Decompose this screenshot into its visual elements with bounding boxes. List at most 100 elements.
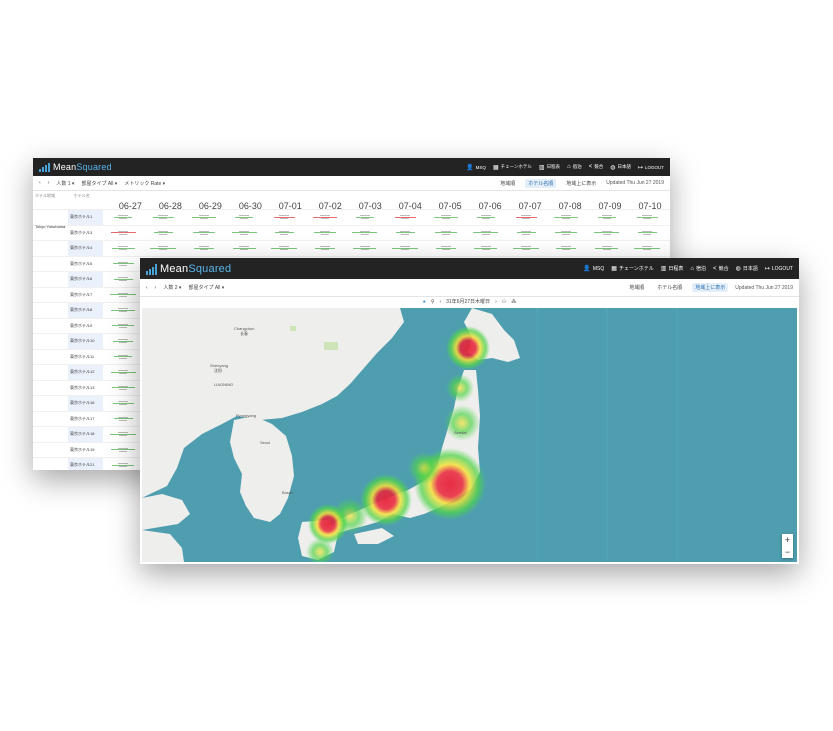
rate-cell[interactable] xyxy=(385,241,425,256)
rate-cell[interactable] xyxy=(103,443,143,458)
rate-cell[interactable] xyxy=(103,427,143,442)
hotel-name-cell[interactable]: 東京ホテル18 xyxy=(68,427,103,442)
next-arrow-icon[interactable]: › xyxy=(155,285,157,291)
next-arrow-icon[interactable]: › xyxy=(48,180,50,186)
rate-cell[interactable] xyxy=(184,210,224,225)
rate-cell[interactable] xyxy=(143,210,183,225)
rate-cell[interactable] xyxy=(264,241,304,256)
pin-icon[interactable]: ⚲ xyxy=(431,299,435,305)
rate-cell[interactable] xyxy=(587,226,627,241)
nav-item-calendar[interactable]: ▥ 日程表 xyxy=(539,164,560,171)
date-header-cell[interactable]: 07-01 xyxy=(270,191,310,211)
nav-item-logout[interactable]: ↦ LOGOUT xyxy=(638,164,664,171)
zoom-out-button[interactable]: − xyxy=(785,547,790,557)
nav-item-person[interactable]: 👤 MSQ xyxy=(583,265,604,273)
view-by-region-button[interactable]: 地域順 xyxy=(497,179,518,188)
hotel-name-cell[interactable]: 東京ホテル8 xyxy=(68,303,103,318)
view-on-map-button[interactable]: 地域上に表示 xyxy=(563,179,599,188)
hotel-name-cell[interactable]: 東京ホテル3 xyxy=(68,226,103,241)
guests-select[interactable]: 人数 1 ▾ xyxy=(56,180,74,187)
date-header-cell[interactable]: 06-29 xyxy=(190,191,230,211)
rate-cell[interactable] xyxy=(103,458,143,470)
date-header-cell[interactable]: 07-04 xyxy=(390,191,430,211)
hotel-name-cell[interactable]: 東京ホテル21 xyxy=(68,458,103,470)
nav-item-bank[interactable]: ⌂ 宿泊 xyxy=(690,265,706,273)
hotel-name-cell[interactable]: 東京ホテル4 xyxy=(68,241,103,256)
hotel-name-cell[interactable]: 東京ホテル5 xyxy=(68,257,103,272)
rate-cell[interactable] xyxy=(546,241,586,256)
hotel-name-cell[interactable]: 東京ホテル6 xyxy=(68,272,103,287)
rate-cell[interactable] xyxy=(143,226,183,241)
rate-cell[interactable] xyxy=(627,210,667,225)
room-type-select[interactable]: 部屋タイプ All ▾ xyxy=(188,284,224,291)
rate-cell[interactable] xyxy=(103,365,143,380)
zoom-in-button[interactable]: + xyxy=(785,535,790,545)
rate-cell[interactable] xyxy=(385,210,425,225)
rate-cell[interactable] xyxy=(627,226,667,241)
rate-cell[interactable] xyxy=(224,241,264,256)
nav-item-bank[interactable]: ⌂ 宿泊 xyxy=(567,164,582,170)
rate-cell[interactable] xyxy=(103,350,143,365)
rate-cell[interactable] xyxy=(304,226,344,241)
nav-item-chart[interactable]: ▦ チェーンホテル xyxy=(611,265,653,272)
date-header-cell[interactable]: 06-27 xyxy=(110,191,150,211)
rate-cell[interactable] xyxy=(264,210,304,225)
rate-cell[interactable] xyxy=(587,241,627,256)
nav-item-share[interactable]: < 競合 xyxy=(713,265,729,273)
rate-cell[interactable] xyxy=(546,226,586,241)
rate-cell[interactable] xyxy=(103,334,143,349)
date-header-cell[interactable]: 07-07 xyxy=(510,191,550,211)
view-on-map-button[interactable]: 地域上に表示 xyxy=(692,283,729,292)
rate-cell[interactable] xyxy=(345,241,385,256)
prev-day-icon[interactable]: ‹ xyxy=(439,299,441,305)
table-row[interactable]: 東京ホテル4 xyxy=(33,241,670,257)
rate-cell[interactable] xyxy=(506,226,546,241)
nav-item-share[interactable]: < 競合 xyxy=(589,164,604,170)
hotel-name-cell[interactable]: 東京ホテル9 xyxy=(68,319,103,334)
rate-cell[interactable] xyxy=(425,210,465,225)
rate-cell[interactable] xyxy=(184,226,224,241)
prev-arrow-icon[interactable]: ‹ xyxy=(39,180,41,186)
rate-cell[interactable] xyxy=(103,210,143,225)
rate-cell[interactable] xyxy=(224,226,264,241)
table-row[interactable]: 東京ホテル3 xyxy=(33,226,670,241)
rate-cell[interactable] xyxy=(103,272,143,287)
rate-cell[interactable] xyxy=(466,210,506,225)
rate-cell[interactable] xyxy=(264,226,304,241)
rate-cell[interactable] xyxy=(627,241,667,256)
rate-cell[interactable] xyxy=(466,241,506,256)
rate-cell[interactable] xyxy=(466,226,506,241)
rate-cell[interactable] xyxy=(103,288,143,303)
view-by-hotel-button[interactable]: ホテル名順 xyxy=(654,283,685,292)
rate-cell[interactable] xyxy=(143,241,183,256)
rate-cell[interactable] xyxy=(425,241,465,256)
room-type-select[interactable]: 部屋タイプ All ▾ xyxy=(81,180,117,187)
hotel-name-cell[interactable]: 東京ホテル11 xyxy=(68,350,103,365)
date-header-cell[interactable]: 07-03 xyxy=(350,191,390,211)
heatmap-map[interactable]: Changchun 长春 Shenyang 沈阳 LIAONING Pyongy… xyxy=(142,308,797,562)
rate-cell[interactable] xyxy=(103,396,143,411)
hotel-name-cell[interactable]: 東京ホテル19 xyxy=(68,443,103,458)
date-header-cell[interactable]: 07-06 xyxy=(470,191,510,211)
date-header-cell[interactable]: 07-10 xyxy=(630,191,670,211)
nav-item-globe[interactable]: ◍ 日本語 xyxy=(610,164,631,171)
prev-arrow-icon[interactable]: ‹ xyxy=(146,285,148,291)
rate-cell[interactable] xyxy=(103,381,143,396)
nav-item-chart[interactable]: ▦ チェーンホテル xyxy=(493,164,532,171)
rate-cell[interactable] xyxy=(345,210,385,225)
hotel-name-cell[interactable]: 東京ホテル7 xyxy=(68,288,103,303)
date-header-cell[interactable]: 07-02 xyxy=(310,191,350,211)
table-row[interactable]: 東京ホテル1 xyxy=(33,210,670,226)
date-header-cell[interactable]: 07-08 xyxy=(550,191,590,211)
rate-cell[interactable] xyxy=(103,303,143,318)
nav-item-logout[interactable]: ↦ LOGOUT xyxy=(765,265,793,273)
rate-cell[interactable] xyxy=(103,412,143,427)
hotel-name-cell[interactable]: 東京ホテル1 xyxy=(68,210,103,225)
date-header-cell[interactable]: 07-09 xyxy=(590,191,630,211)
rate-cell[interactable] xyxy=(587,210,627,225)
rate-cell[interactable] xyxy=(506,241,546,256)
hotel-name-cell[interactable]: 東京ホテル12 xyxy=(68,365,103,380)
group-icon[interactable]: ⁂ xyxy=(511,299,516,305)
droplet-icon[interactable]: ● xyxy=(423,299,426,305)
rate-cell[interactable] xyxy=(103,319,143,334)
